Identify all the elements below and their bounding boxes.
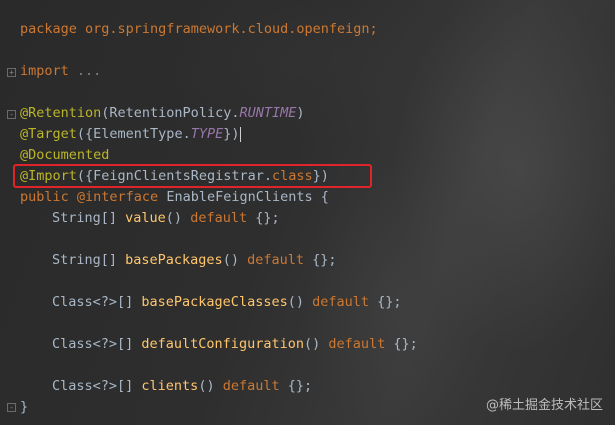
keyword-default: default: [328, 336, 386, 352]
code-line-import[interactable]: import ...: [20, 61, 101, 82]
method-name: defaultConfiguration: [141, 336, 304, 352]
watermark: @稀土掘金技术社区: [485, 398, 603, 413]
method-type: Class<?>[]: [52, 294, 142, 310]
method-name: clients: [141, 378, 199, 394]
method-name: basePackageClasses: [141, 294, 288, 310]
method-type: String[]: [52, 252, 126, 268]
retention-const: RUNTIME: [239, 105, 297, 121]
interface-name: EnableFeignClients {: [158, 189, 329, 205]
keyword-default: default: [222, 378, 280, 394]
method-tail: {};: [369, 294, 402, 310]
code-line-package[interactable]: package org.springframework.cloud.openfe…: [20, 19, 378, 40]
keyword-package: package: [20, 21, 77, 37]
keyword-import: import: [20, 63, 69, 79]
keyword-public: public: [20, 189, 77, 205]
code-line-method-clients[interactable]: Class<?>[] clients() default {};: [52, 376, 312, 397]
target-close: }): [223, 126, 240, 142]
code-line-declaration[interactable]: public @interface EnableFeignClients {: [20, 187, 329, 208]
method-name: basePackages: [125, 252, 223, 268]
method-type: Class<?>[]: [52, 336, 142, 352]
method-parens: (): [222, 252, 248, 268]
fold-collapse-icon[interactable]: -: [7, 110, 16, 119]
method-parens: (): [165, 210, 191, 226]
target-const: TYPE: [190, 126, 224, 142]
method-tail: {};: [385, 336, 418, 352]
code-line-method-defaultconfiguration[interactable]: Class<?>[] defaultConfiguration() defaul…: [52, 334, 418, 355]
target-open: ({ElementType.: [76, 126, 191, 142]
method-tail: {};: [247, 210, 280, 226]
package-name: org.springframework.cloud.openfeign;: [76, 21, 378, 37]
method-parens: (): [303, 336, 329, 352]
annotation-documented: @Documented: [20, 147, 110, 163]
method-type: String[]: [52, 210, 126, 226]
import-highlight-box: [13, 164, 372, 188]
keyword-default: default: [312, 294, 370, 310]
code-line-method-basepackages[interactable]: String[] basePackages() default {};: [52, 250, 337, 271]
keyword-default: default: [247, 252, 304, 268]
code-line-target[interactable]: @Target({ElementType.TYPE}): [20, 124, 242, 145]
code-line-method-value[interactable]: String[] value() default {};: [52, 208, 280, 229]
code-line-retention[interactable]: @Retention(RetentionPolicy.RUNTIME): [20, 103, 305, 124]
method-parens: (): [198, 378, 223, 394]
keyword-default: default: [190, 210, 248, 226]
annotation-retention: @Retention: [20, 105, 102, 121]
fold-expand-icon[interactable]: +: [7, 68, 16, 77]
keyword-interface: @interface: [76, 189, 159, 205]
method-type: Class<?>[]: [52, 378, 142, 394]
retention-open: (RetentionPolicy.: [101, 105, 240, 121]
closing-brace: }: [20, 399, 29, 415]
text-cursor: [240, 126, 242, 142]
method-parens: (): [287, 294, 313, 310]
import-fold-placeholder[interactable]: ...: [69, 63, 101, 79]
code-line-closing-brace[interactable]: }: [20, 397, 28, 418]
code-line-method-basepackageclasses[interactable]: Class<?>[] basePackageClasses() default …: [52, 292, 402, 313]
retention-close: ): [296, 105, 305, 121]
code-line-documented[interactable]: @Documented: [20, 145, 109, 166]
annotation-target: @Target: [20, 126, 77, 142]
method-name: value: [125, 210, 166, 226]
fold-collapse-icon[interactable]: -: [7, 403, 16, 412]
method-tail: {};: [304, 252, 337, 268]
method-tail: {};: [279, 378, 313, 394]
